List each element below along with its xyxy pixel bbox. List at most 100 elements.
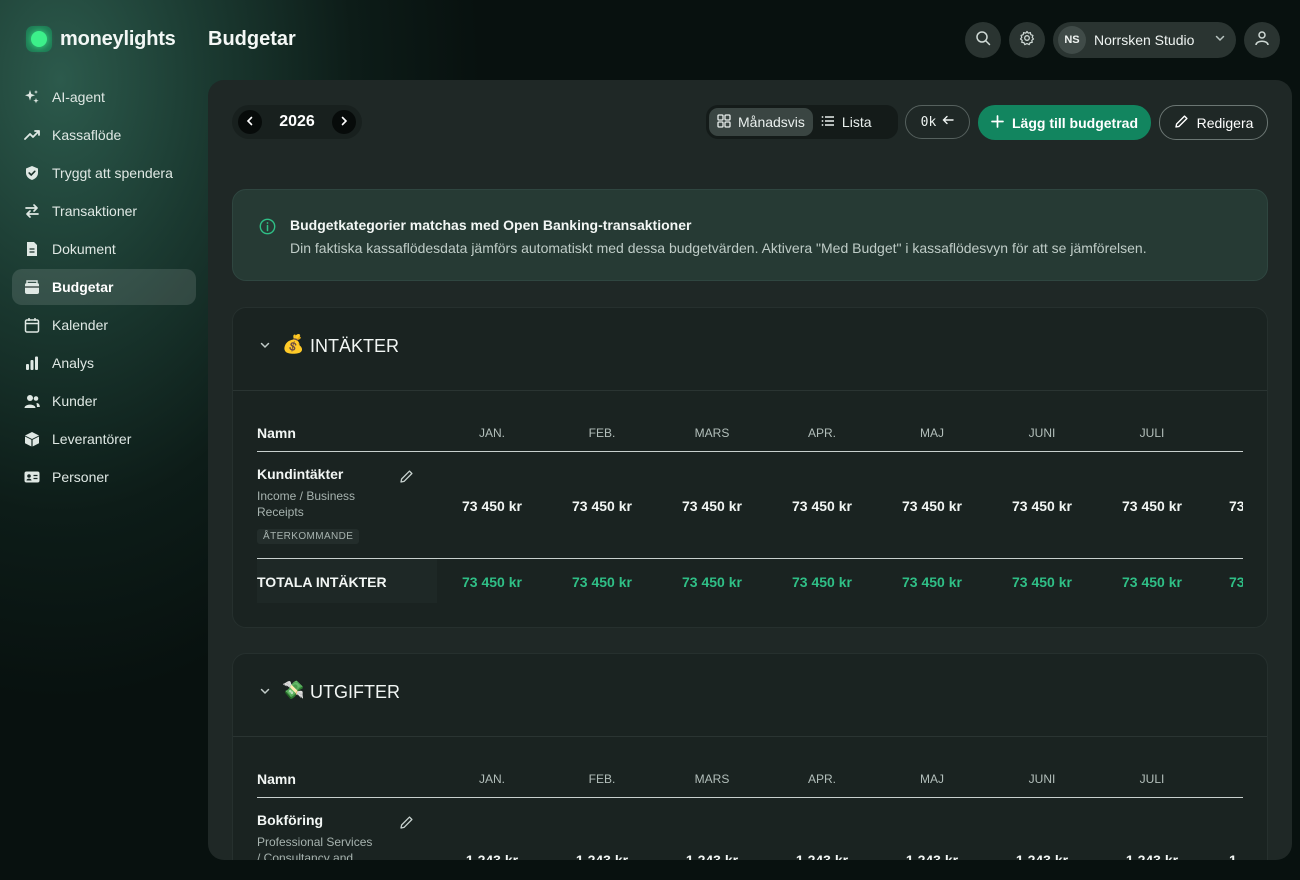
sidebar-item-kunder[interactable]: Kunder xyxy=(12,383,196,419)
chevron-down-icon[interactable] xyxy=(259,684,271,702)
wallet-icon xyxy=(24,279,40,295)
column-header-name: Namn xyxy=(257,771,296,787)
sidebar-item-label: Transaktioner xyxy=(52,203,138,219)
view-list-button[interactable]: Lista xyxy=(813,108,880,136)
calendar-icon xyxy=(24,317,40,333)
sidebar-item-label: Kassaflöde xyxy=(52,127,122,143)
org-name: Norrsken Studio xyxy=(1094,32,1195,48)
pencil-icon xyxy=(1174,114,1189,132)
page-title: Budgetar xyxy=(208,28,296,50)
expenses-section: 💸 UTGIFTER Namn JAN. FEB. MARS APR. MAJ … xyxy=(232,653,1268,860)
column-header-month: JULI xyxy=(1139,426,1165,440)
budget-cell[interactable]: 1 243 kr xyxy=(657,852,767,860)
sidebar-item-kassaflode[interactable]: Kassaflöde xyxy=(12,117,196,153)
budget-cell[interactable]: 1 243 kr xyxy=(877,852,987,860)
budget-cell[interactable]: 1 xyxy=(1229,852,1243,860)
search-button[interactable] xyxy=(965,22,1001,58)
column-header-month: MAJ xyxy=(920,426,944,440)
sidebar-item-personer[interactable]: Personer xyxy=(12,459,196,495)
profile-button[interactable] xyxy=(1244,22,1280,58)
money-wings-icon: 💸 xyxy=(282,680,305,700)
zero-k-label: 0k xyxy=(920,114,937,130)
pencil-icon[interactable] xyxy=(399,469,414,489)
sidebar-item-ai-agent[interactable]: AI-agent xyxy=(12,79,196,115)
zero-k-button[interactable]: 0k xyxy=(905,105,970,139)
arrows-icon xyxy=(24,203,40,219)
pencil-icon[interactable] xyxy=(399,815,414,835)
expenses-section-header[interactable]: 💸 UTGIFTER xyxy=(233,654,1267,737)
budget-cell[interactable]: 1 243 kr xyxy=(987,852,1097,860)
sidebar-item-kalender[interactable]: Kalender xyxy=(12,307,196,343)
chevron-down-icon xyxy=(1214,31,1226,49)
info-text: Din faktiska kassaflödesdata jämförs aut… xyxy=(290,240,1147,256)
org-switcher[interactable]: NS Norrsken Studio xyxy=(1053,22,1236,58)
grid-icon xyxy=(717,113,731,131)
column-header-name: Namn xyxy=(257,425,296,441)
shield-icon xyxy=(24,165,40,181)
chevron-left-icon xyxy=(245,113,255,131)
arrow-left-icon xyxy=(942,114,955,130)
settings-button[interactable] xyxy=(1009,22,1045,58)
budget-cell[interactable]: 73 450 kr xyxy=(767,498,877,514)
info-title: Budgetkategorier matchas med Open Bankin… xyxy=(290,217,692,233)
users-icon xyxy=(24,393,40,409)
income-section-header[interactable]: 💰 INTÄKTER xyxy=(233,308,1267,391)
budget-cell[interactable]: 73 450 kr xyxy=(657,498,767,514)
sidebar-item-budgetar[interactable]: Budgetar xyxy=(12,269,196,305)
budget-cell[interactable]: 73 450 kr xyxy=(547,498,657,514)
main-panel: 2026 Månadsvis Lista 0k Lägg till budget… xyxy=(208,80,1292,860)
column-header-month: MAJ xyxy=(920,772,944,786)
chevron-right-icon xyxy=(339,113,349,131)
logo-icon xyxy=(26,26,52,52)
logo[interactable]: moneylights xyxy=(26,26,176,52)
sidebar-item-label: Personer xyxy=(52,469,109,485)
total-cell: 73 450 kr xyxy=(1012,574,1072,590)
sidebar-item-label: Budgetar xyxy=(52,279,114,295)
column-header-month: MARS xyxy=(694,772,730,786)
add-budget-row-button[interactable]: Lägg till budgetrad xyxy=(978,105,1151,140)
edit-button[interactable]: Redigera xyxy=(1159,105,1268,140)
budget-cell[interactable]: 73 xyxy=(1229,498,1243,514)
budget-cell[interactable]: 73 450 kr xyxy=(877,498,987,514)
row-category: Income / Business xyxy=(257,489,356,503)
view-monthly-label: Månadsvis xyxy=(738,114,805,130)
column-header-month: JUNI xyxy=(1028,772,1056,786)
bar-chart-icon xyxy=(24,355,40,371)
total-cell: 73 450 kr xyxy=(462,574,522,590)
row-name: Kundintäkter xyxy=(257,466,344,482)
budget-cell[interactable]: 73 450 kr xyxy=(987,498,1097,514)
sidebar-item-analys[interactable]: Analys xyxy=(12,345,196,381)
total-label: TOTALA INTÄKTER xyxy=(257,574,387,590)
budget-cell[interactable]: 73 450 kr xyxy=(1097,498,1207,514)
chevron-down-icon[interactable] xyxy=(259,338,271,356)
budget-cell[interactable]: 1 243 kr xyxy=(437,852,547,860)
total-cell: 73 450 kr xyxy=(682,574,742,590)
sparkles-icon xyxy=(24,89,40,105)
sidebar-item-leverantorer[interactable]: Leverantörer xyxy=(12,421,196,457)
budget-cell[interactable]: 73 450 kr xyxy=(437,498,547,514)
list-icon xyxy=(821,114,835,131)
total-cell: 73 450 kr xyxy=(792,574,852,590)
column-header-month: JAN. xyxy=(478,772,505,786)
total-cell: 73 xyxy=(1229,574,1243,590)
budget-cell[interactable]: 1 243 kr xyxy=(1097,852,1207,860)
column-header-month: APR. xyxy=(807,772,836,786)
sidebar-item-label: AI-agent xyxy=(52,89,105,105)
year-label: 2026 xyxy=(279,113,315,130)
total-cell: 73 450 kr xyxy=(902,574,962,590)
sidebar-item-dokument[interactable]: Dokument xyxy=(12,231,196,267)
row-category: Receipts xyxy=(257,505,304,519)
budget-cell[interactable]: 1 243 kr xyxy=(767,852,877,860)
row-category: Professional Services xyxy=(257,835,373,849)
sidebar-item-transaktioner[interactable]: Transaktioner xyxy=(12,193,196,229)
column-header-month: FEB. xyxy=(588,772,616,786)
column-header-month: JUNI xyxy=(1028,426,1056,440)
sidebar-item-label: Kalender xyxy=(52,317,109,333)
next-year-button[interactable] xyxy=(332,110,356,134)
expenses-table: Namn JAN. FEB. MARS APR. MAJ JUNI JULI B… xyxy=(257,736,1267,860)
prev-year-button[interactable] xyxy=(238,110,262,134)
budget-cell[interactable]: 1 243 kr xyxy=(547,852,657,860)
view-monthly-button[interactable]: Månadsvis xyxy=(709,108,813,136)
income-table: Namn JAN. FEB. MARS APR. MAJ JUNI JULI K… xyxy=(257,390,1267,627)
sidebar-item-tryggt-att-spendera[interactable]: Tryggt att spendera xyxy=(12,155,196,191)
